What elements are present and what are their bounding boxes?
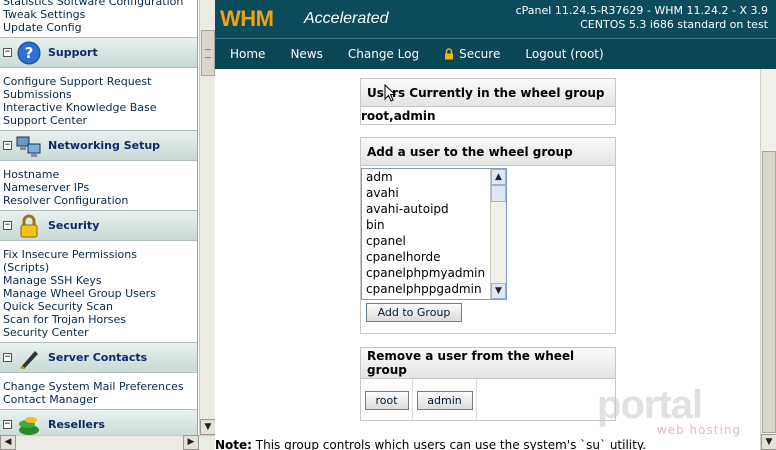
nav-secure[interactable]: Secure xyxy=(444,47,500,61)
nav-home[interactable]: Home xyxy=(230,47,265,61)
listbox-option[interactable]: cpanelphpmyadmin xyxy=(362,265,506,281)
link-hostname[interactable]: Hostname xyxy=(0,168,197,181)
listbox-option[interactable]: avahi-autoipd xyxy=(362,201,506,217)
sidebar-frame: Statistics Software Configuration Tweak … xyxy=(0,0,198,435)
top-header: WHM Accelerated cPanel 11.24.5-R37629 - … xyxy=(215,0,776,38)
link-statistics-software-configuration[interactable]: Statistics Software Configuration xyxy=(0,0,197,8)
listbox-up-arrow-icon[interactable]: ▲ xyxy=(491,169,506,185)
listbox-scrollbar[interactable]: ▲ ▼ xyxy=(490,169,506,299)
section-networking-setup[interactable]: − Networking Setup xyxy=(0,130,197,161)
remove-admin-button[interactable]: admin xyxy=(416,390,473,410)
note-text: Note: This group controls which users ca… xyxy=(215,438,646,450)
scroll-down-arrow-icon[interactable]: ▼ xyxy=(200,419,216,435)
box-title: Add a user to the wheel group xyxy=(361,138,615,166)
listbox-option[interactable]: cpanelhorde xyxy=(362,249,506,265)
main-vertical-scrollbar[interactable]: ▼ xyxy=(760,69,776,450)
box-title: Users Currently in the wheel group xyxy=(361,79,615,107)
link-manage-wheel-group-users[interactable]: Manage Wheel Group Users xyxy=(0,287,197,300)
collapse-toggle-icon[interactable]: − xyxy=(3,353,12,362)
whm-logo-subtitle: Accelerated xyxy=(304,10,389,27)
link-resolver-configuration[interactable]: Resolver Configuration xyxy=(0,194,197,207)
remove-root-button[interactable]: root xyxy=(364,390,409,410)
nav-logout[interactable]: Logout (root) xyxy=(525,47,603,61)
listbox-scroll-thumb[interactable] xyxy=(491,185,506,202)
section-title: Support xyxy=(48,46,98,59)
listbox-option[interactable]: cpanel xyxy=(362,233,506,249)
link-fix-insecure-permissions[interactable]: Fix Insecure Permissions xyxy=(0,248,197,261)
link-interactive-knowledge-base[interactable]: Interactive Knowledge Base xyxy=(0,101,197,114)
section-security[interactable]: − Security xyxy=(0,210,197,241)
link-submissions[interactable]: Submissions xyxy=(0,88,197,101)
listbox-option[interactable]: adm xyxy=(362,169,506,185)
add-wheel-user-box: Add a user to the wheel group adm avahi … xyxy=(360,137,616,334)
lock-icon xyxy=(445,48,454,60)
nav-change-log[interactable]: Change Log xyxy=(348,47,419,61)
link-manage-ssh-keys[interactable]: Manage SSH Keys xyxy=(0,274,197,287)
sidebar-vertical-scrollbar[interactable]: ▼ xyxy=(199,0,216,435)
section-title: Resellers xyxy=(48,418,105,431)
link-contact-manager[interactable]: Contact Manager xyxy=(0,393,197,406)
current-wheel-users-box: Users Currently in the wheel group root,… xyxy=(360,78,616,125)
top-nav: Home News Change Log Secure Logout (root… xyxy=(215,38,776,69)
note-label: Note: xyxy=(215,438,252,450)
add-to-group-button[interactable]: Add to Group xyxy=(366,303,462,322)
link-tweak-settings[interactable]: Tweak Settings xyxy=(0,8,197,21)
link-scan-for-trojan-horses[interactable]: Scan for Trojan Horses xyxy=(0,313,197,326)
link-scripts[interactable]: (Scripts) xyxy=(0,261,197,274)
section-title: Security xyxy=(48,219,100,232)
padlock-icon xyxy=(16,214,42,238)
note-body: This group controls which users can use … xyxy=(251,438,647,450)
network-computers-icon xyxy=(16,134,42,158)
collapse-toggle-icon[interactable]: − xyxy=(3,221,12,230)
os-info: CENTOS 5.3 i686 standard on test xyxy=(580,18,768,31)
scroll-left-arrow-icon[interactable]: ◀ xyxy=(0,435,16,450)
collapse-toggle-icon[interactable]: − xyxy=(3,420,12,429)
link-update-config[interactable]: Update Config xyxy=(0,21,197,34)
section-support[interactable]: − ? Support xyxy=(0,37,197,68)
section-title: Networking Setup xyxy=(48,139,161,152)
link-configure-support-request[interactable]: Configure Support Request xyxy=(0,75,197,88)
scroll-right-arrow-icon[interactable]: ▶ xyxy=(183,435,199,450)
svg-text:?: ? xyxy=(25,44,34,62)
section-title: Server Contacts xyxy=(48,351,148,364)
pen-contacts-icon xyxy=(16,346,42,370)
help-icon: ? xyxy=(16,41,42,65)
current-wheel-users-value: root,admin xyxy=(361,109,436,123)
collapse-toggle-icon[interactable]: − xyxy=(3,48,12,57)
section-resellers[interactable]: − Resellers xyxy=(0,409,197,435)
section-server-contacts[interactable]: − Server Contacts xyxy=(0,342,197,373)
collapse-toggle-icon[interactable]: − xyxy=(3,141,12,150)
scrollbar-thumb[interactable] xyxy=(762,151,776,433)
box-title: Remove a user from the wheel group xyxy=(361,348,615,379)
link-change-system-mail-preferences[interactable]: Change System Mail Preferences xyxy=(0,380,197,393)
sidebar-horizontal-scrollbar[interactable]: ◀ ▶ xyxy=(0,435,215,450)
resellers-money-icon xyxy=(16,413,42,436)
nav-news[interactable]: News xyxy=(290,47,322,61)
portal-watermark-logo: portal web hosting xyxy=(597,383,741,437)
link-support-center[interactable]: Support Center xyxy=(0,114,197,127)
scroll-down-arrow-icon[interactable]: ▼ xyxy=(761,434,776,450)
link-quick-security-scan[interactable]: Quick Security Scan xyxy=(0,300,197,313)
scrollbar-thumb[interactable] xyxy=(201,30,215,76)
link-security-center[interactable]: Security Center xyxy=(0,326,197,339)
whm-logo[interactable]: WHM xyxy=(220,6,274,32)
remove-wheel-user-box: Remove a user from the wheel group root … xyxy=(360,347,616,421)
listbox-option[interactable]: avahi xyxy=(362,185,506,201)
listbox-option[interactable]: bin xyxy=(362,217,506,233)
mouse-cursor-icon xyxy=(384,84,396,102)
version-info: cPanel 11.24.5-R37629 - WHM 11.24.2 - X … xyxy=(515,4,768,17)
listbox-option[interactable]: cpanelphppgadmin xyxy=(362,281,506,297)
link-nameserver-ips[interactable]: Nameserver IPs xyxy=(0,181,197,194)
user-select-listbox[interactable]: adm avahi avahi-autoipd bin cpanel cpane… xyxy=(361,168,507,300)
listbox-down-arrow-icon[interactable]: ▼ xyxy=(491,283,506,299)
